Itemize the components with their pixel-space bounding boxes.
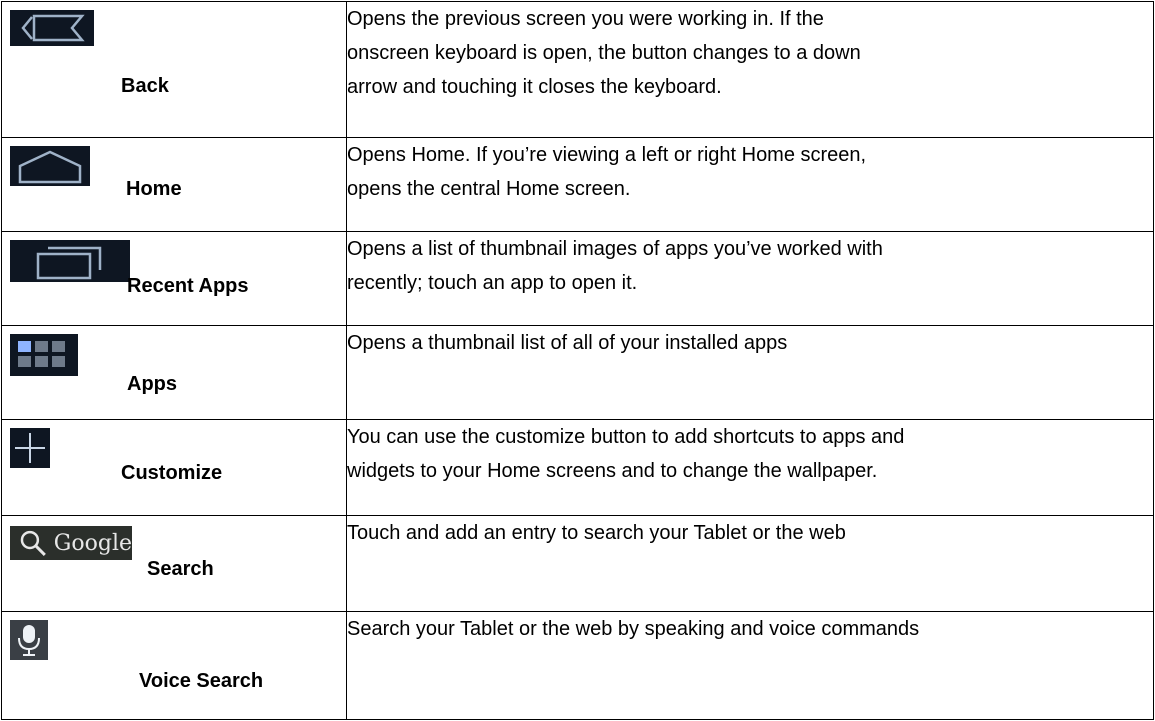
button-label: Back (121, 75, 169, 97)
button-label: Apps (127, 373, 177, 395)
recent-apps-icon (10, 240, 130, 282)
description-cell: Opens a thumbnail list of all of your in… (346, 325, 1154, 420)
description-cell: Touch and add an entry to search your Ta… (346, 515, 1154, 612)
button-label: Home (126, 178, 182, 200)
description-cell: Opens Home. If you’re viewing a left or … (346, 137, 1154, 232)
navigation-buttons-table: Back Opens the previous screen you were … (1, 1, 1154, 720)
button-label: Voice Search (139, 670, 264, 692)
button-label: Recent Apps (127, 275, 249, 297)
apps-grid-icon (10, 334, 78, 376)
table-row: Home Opens Home. If you’re viewing a lef… (1, 137, 1154, 232)
icon-cell: Apps (1, 325, 347, 420)
magnifier-icon (20, 530, 46, 556)
description-cell: Search your Tablet or the web by speakin… (346, 611, 1154, 720)
icon-cell: Back (1, 1, 347, 138)
table-row: Recent Apps Opens a list of thumbnail im… (1, 231, 1154, 326)
description-cell: Opens a list of thumbnail images of apps… (346, 231, 1154, 326)
description-cell: Opens the previous screen you were worki… (346, 1, 1154, 138)
button-label: Customize (121, 462, 223, 484)
table-row: Apps Opens a thumbnail list of all of yo… (1, 325, 1154, 420)
table-row: Google Search Touch and add an entry to … (1, 515, 1154, 612)
button-label: Search (147, 558, 214, 580)
google-wordmark: Google (53, 530, 132, 556)
description-cell: You can use the customize button to add … (346, 419, 1154, 516)
icon-cell: Google Search (1, 515, 347, 612)
table-row: Customize You can use the customize butt… (1, 419, 1154, 516)
microphone-icon (10, 620, 48, 660)
icon-cell: Voice Search (1, 611, 347, 720)
plus-icon (10, 428, 50, 468)
table-row: Back Opens the previous screen you were … (1, 1, 1154, 138)
google-search-icon: Google (10, 526, 132, 560)
icon-cell: Customize (1, 419, 347, 516)
icon-cell: Home (1, 137, 347, 232)
back-icon (10, 10, 94, 46)
table-row: Voice Search Search your Tablet or the w… (1, 611, 1154, 720)
icon-cell: Recent Apps (1, 231, 347, 326)
home-icon (10, 146, 90, 186)
